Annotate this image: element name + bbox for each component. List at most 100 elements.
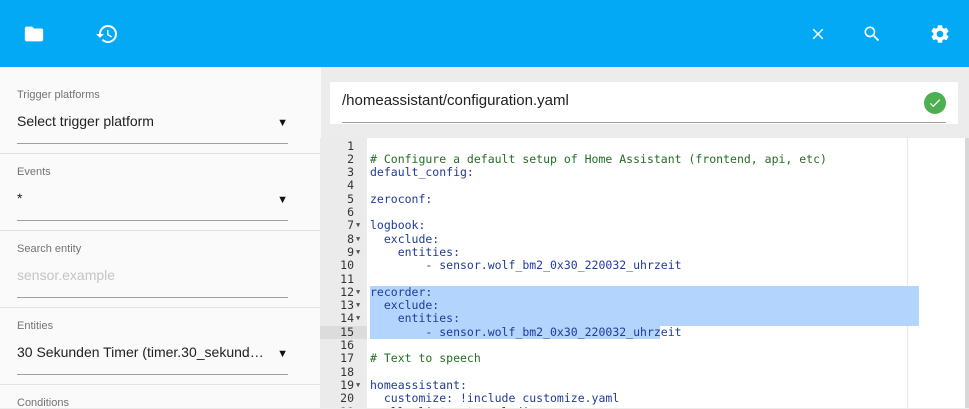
line-number: 20 — [340, 391, 354, 406]
divider — [0, 307, 321, 308]
trigger-platforms-label: Trigger platforms — [17, 89, 100, 101]
code-line[interactable]: 16 — [320, 338, 969, 352]
code-text: # Configure a default setup of Home Assi… — [370, 151, 827, 166]
line-number: 18 — [340, 364, 354, 379]
code-text: - sensor.wolf_bm2_0x30_220032_uhrzeit — [370, 258, 682, 273]
file-path: /homeassistant/configuration.yaml — [342, 92, 569, 109]
code-line[interactable]: 14 ▼ entities: — [320, 311, 969, 326]
top-app-bar — [0, 0, 969, 67]
search-entity-input[interactable]: Search entity sensor.example — [17, 243, 288, 298]
code-line[interactable]: 3 default_config: — [320, 165, 969, 180]
line-number: 19 — [340, 377, 354, 392]
entities-select[interactable]: Entities 30 Sekunden Timer (timer.30_sek… — [17, 320, 288, 375]
code-line[interactable]: 13 ▼ exclude: — [320, 298, 969, 313]
line-number: 1 — [347, 138, 354, 153]
code-line[interactable]: 6 — [320, 205, 969, 219]
code-text: # Text to speech — [370, 351, 481, 366]
code-line[interactable]: 1 — [320, 138, 969, 153]
editor-scrollbar[interactable] — [965, 138, 969, 408]
selection-highlight — [370, 285, 919, 300]
code-line[interactable]: 17 # Text to speech — [320, 351, 969, 366]
selection-highlight — [370, 299, 919, 313]
dropdown-arrow-icon: ▼ — [277, 117, 288, 129]
search-entity-label: Search entity — [17, 243, 82, 255]
field-underline — [342, 122, 946, 123]
fold-arrow-icon[interactable]: ▼ — [356, 219, 360, 232]
divider — [0, 384, 321, 385]
conditions-section: Conditions — [17, 397, 288, 409]
code-line[interactable]: 5 zeroconf: — [320, 191, 969, 206]
code-line[interactable]: 12 ▼ recorder: — [320, 284, 969, 300]
check-circle-icon — [924, 92, 946, 114]
close-icon[interactable] — [798, 0, 838, 67]
line-number: 13 — [340, 298, 354, 313]
code-text: entities: — [370, 244, 461, 259]
code-text: exclude: — [370, 231, 440, 246]
history-icon[interactable] — [87, 0, 127, 67]
line-number: 11 — [340, 271, 354, 286]
code-line[interactable]: 7 ▼ logbook: — [320, 218, 969, 233]
events-value: * — [17, 190, 23, 206]
entities-value: 30 Sekunden Timer (timer.30_sekunden_ti.… — [17, 344, 288, 360]
file-path-bar[interactable]: /homeassistant/configuration.yaml — [330, 82, 958, 124]
divider — [0, 230, 321, 231]
line-number: 6 — [347, 205, 354, 219]
line-number: 7 — [347, 218, 354, 233]
line-number: 14 — [340, 311, 354, 326]
line-number: 2 — [347, 151, 354, 166]
code-text: exclude: — [370, 298, 440, 313]
fold-arrow-icon[interactable]: ▼ — [356, 246, 360, 259]
trigger-platform-value: Select trigger platform — [17, 113, 154, 129]
dropdown-arrow-icon: ▼ — [277, 194, 288, 206]
code-editor[interactable]: 1 2 # Configure a default setup of Home As… — [320, 138, 969, 408]
field-underline — [17, 143, 288, 144]
code-line[interactable]: 20 customize: !include customize.yaml — [320, 391, 969, 406]
trigger-platform-select[interactable]: Trigger platforms Select trigger platfor… — [17, 89, 288, 144]
events-label: Events — [17, 166, 51, 178]
code-text: customize: !include customize.yaml — [370, 391, 620, 406]
fold-arrow-icon[interactable]: ▼ — [356, 379, 360, 392]
field-underline — [17, 297, 288, 298]
line-number: 12 — [340, 284, 354, 299]
conditions-label: Conditions — [17, 397, 69, 409]
code-line[interactable]: 11 — [320, 271, 969, 286]
folder-icon[interactable] — [14, 0, 54, 67]
code-line[interactable]: 10 - sensor.wolf_bm2_0x30_220032_uhrzeit — [320, 258, 969, 273]
code-text: entities: — [370, 311, 461, 326]
line-number: 4 — [347, 178, 354, 193]
line-number: 15 — [320, 325, 367, 339]
code-line[interactable]: 19 ▼ homeassistant: — [320, 377, 969, 392]
code-text: zeroconf: — [370, 191, 433, 206]
line-number: 3 — [347, 165, 354, 180]
code-text: homeassistant: — [370, 377, 467, 392]
field-underline — [17, 374, 288, 375]
line-number: 5 — [347, 191, 354, 206]
fold-arrow-icon[interactable]: ▼ — [356, 286, 360, 299]
code-text: - sensor.wolf_bm2_0x30_220032_uhrzeit — [370, 324, 682, 339]
search-icon[interactable] — [852, 0, 892, 67]
fold-arrow-icon[interactable]: ▼ — [356, 233, 360, 246]
dropdown-arrow-icon: ▼ — [277, 348, 288, 360]
line-number: 17 — [340, 351, 354, 366]
code-text: default_config: — [370, 165, 474, 180]
code-line[interactable]: 4 — [320, 178, 969, 193]
fold-arrow-icon[interactable]: ▼ — [356, 299, 360, 312]
line-number: 8 — [347, 231, 354, 246]
search-entity-placeholder: sensor.example — [17, 267, 116, 283]
code-line[interactable]: 18 — [320, 364, 969, 379]
line-number: 16 — [340, 338, 354, 352]
divider — [0, 153, 321, 154]
entities-label: Entities — [17, 320, 54, 332]
fold-arrow-icon[interactable]: ▼ — [356, 312, 360, 325]
code-line[interactable]: 9 ▼ entities: — [320, 244, 969, 259]
sidebar: Trigger platforms Select trigger platfor… — [0, 67, 321, 409]
code-line[interactable]: 2 # Configure a default setup of Home Ass… — [320, 151, 969, 166]
line-number: 10 — [340, 258, 354, 273]
events-select[interactable]: Events * ▼ — [17, 166, 288, 221]
code-text: recorder: — [370, 284, 433, 299]
code-text: logbook: — [370, 218, 426, 233]
code-line[interactable]: 8 ▼ exclude: — [320, 231, 969, 246]
line-number: 9 — [347, 244, 354, 259]
gear-icon[interactable] — [920, 0, 960, 67]
code-line[interactable]: 15 - sensor.wolf_bm2_0x30_220032_uhrzeit — [320, 324, 969, 339]
